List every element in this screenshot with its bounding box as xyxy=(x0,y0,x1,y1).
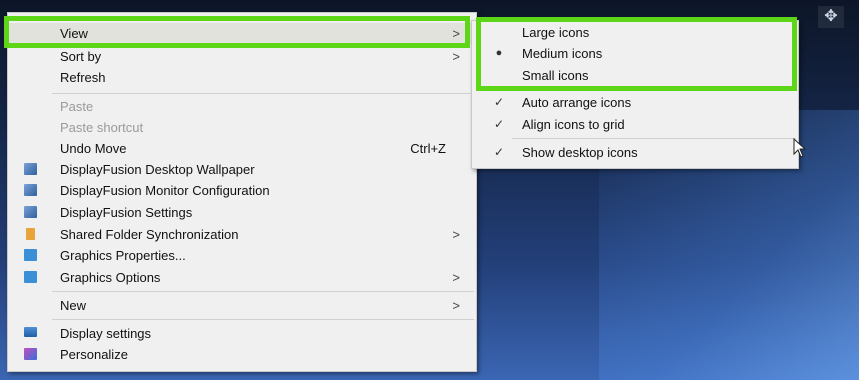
menu-item-personalize[interactable]: Personalize xyxy=(8,344,476,365)
intel-graphics-icon xyxy=(24,249,37,261)
menu-item-label: DisplayFusion Settings xyxy=(60,205,193,220)
chevron-right-icon: > xyxy=(452,298,460,313)
desktop-context-menu: View > Sort by > Refresh Paste Paste sho… xyxy=(7,12,477,372)
submenu-item-label: Auto arrange icons xyxy=(522,95,632,110)
menu-item-label: New xyxy=(60,298,87,313)
shortcut-text: Ctrl+Z xyxy=(410,141,446,156)
displayfusion-icon xyxy=(24,163,37,175)
menu-item-label: Graphics Options xyxy=(60,270,161,285)
mouse-cursor-icon xyxy=(793,138,807,158)
menu-item-label: Paste shortcut xyxy=(60,120,144,135)
menu-item-displayfusion-wallpaper[interactable]: DisplayFusion Desktop Wallpaper xyxy=(8,159,476,180)
menu-separator xyxy=(52,291,474,292)
submenu-item-show-desktop-icons[interactable]: ✓ Show desktop icons xyxy=(472,142,798,163)
menu-item-label: Paste xyxy=(60,99,94,114)
menu-item-label: Graphics Properties... xyxy=(60,248,186,263)
menu-item-displayfusion-settings[interactable]: DisplayFusion Settings xyxy=(8,202,476,223)
menu-item-new[interactable]: New > xyxy=(8,295,476,316)
menu-separator xyxy=(512,138,796,139)
checkmark-icon: ✓ xyxy=(493,117,505,131)
chevron-right-icon: > xyxy=(452,49,460,64)
menu-item-displayfusion-monitor[interactable]: DisplayFusion Monitor Configuration xyxy=(8,180,476,201)
submenu-item-auto-arrange[interactable]: ✓ Auto arrange icons xyxy=(472,92,798,113)
menu-item-label: Display settings xyxy=(60,326,152,341)
menu-item-sort-by[interactable]: Sort by > xyxy=(8,46,476,67)
submenu-item-label: Show desktop icons xyxy=(522,145,638,160)
move-arrows-icon[interactable]: ✥ xyxy=(818,6,844,28)
menu-item-display-settings[interactable]: Display settings xyxy=(8,323,476,344)
menu-separator xyxy=(52,93,474,94)
highlight-frame-icon-sizes xyxy=(476,17,797,91)
displayfusion-icon xyxy=(24,206,37,218)
menu-item-label: Undo Move xyxy=(60,141,127,156)
personalize-icon xyxy=(24,348,37,360)
sync-folder-icon xyxy=(26,228,35,240)
menu-item-undo-move[interactable]: Undo Move Ctrl+Z xyxy=(8,138,476,159)
submenu-item-label: Align icons to grid xyxy=(522,117,625,132)
highlight-frame-view xyxy=(4,16,470,48)
menu-item-label: DisplayFusion Monitor Configuration xyxy=(60,183,270,198)
menu-item-shared-folder-sync[interactable]: Shared Folder Synchronization > xyxy=(8,224,476,245)
menu-separator xyxy=(52,319,474,320)
checkmark-icon: ✓ xyxy=(493,95,505,109)
intel-graphics-icon xyxy=(24,271,37,283)
menu-item-label: Sort by xyxy=(60,49,102,64)
submenu-item-align-grid[interactable]: ✓ Align icons to grid xyxy=(472,114,798,135)
menu-item-label: DisplayFusion Desktop Wallpaper xyxy=(60,162,255,177)
menu-item-paste: Paste xyxy=(8,96,476,117)
chevron-right-icon: > xyxy=(452,270,460,285)
menu-item-paste-shortcut: Paste shortcut xyxy=(8,117,476,138)
menu-item-label: Personalize xyxy=(60,347,128,362)
menu-item-refresh[interactable]: Refresh xyxy=(8,67,476,88)
chevron-right-icon: > xyxy=(452,227,460,242)
checkmark-icon: ✓ xyxy=(493,145,505,159)
menu-item-label: Refresh xyxy=(60,70,106,85)
display-icon xyxy=(24,327,37,337)
menu-item-graphics-options[interactable]: Graphics Options > xyxy=(8,267,476,288)
menu-item-label: Shared Folder Synchronization xyxy=(60,227,239,242)
menu-item-graphics-properties[interactable]: Graphics Properties... xyxy=(8,245,476,266)
displayfusion-icon xyxy=(24,184,37,196)
